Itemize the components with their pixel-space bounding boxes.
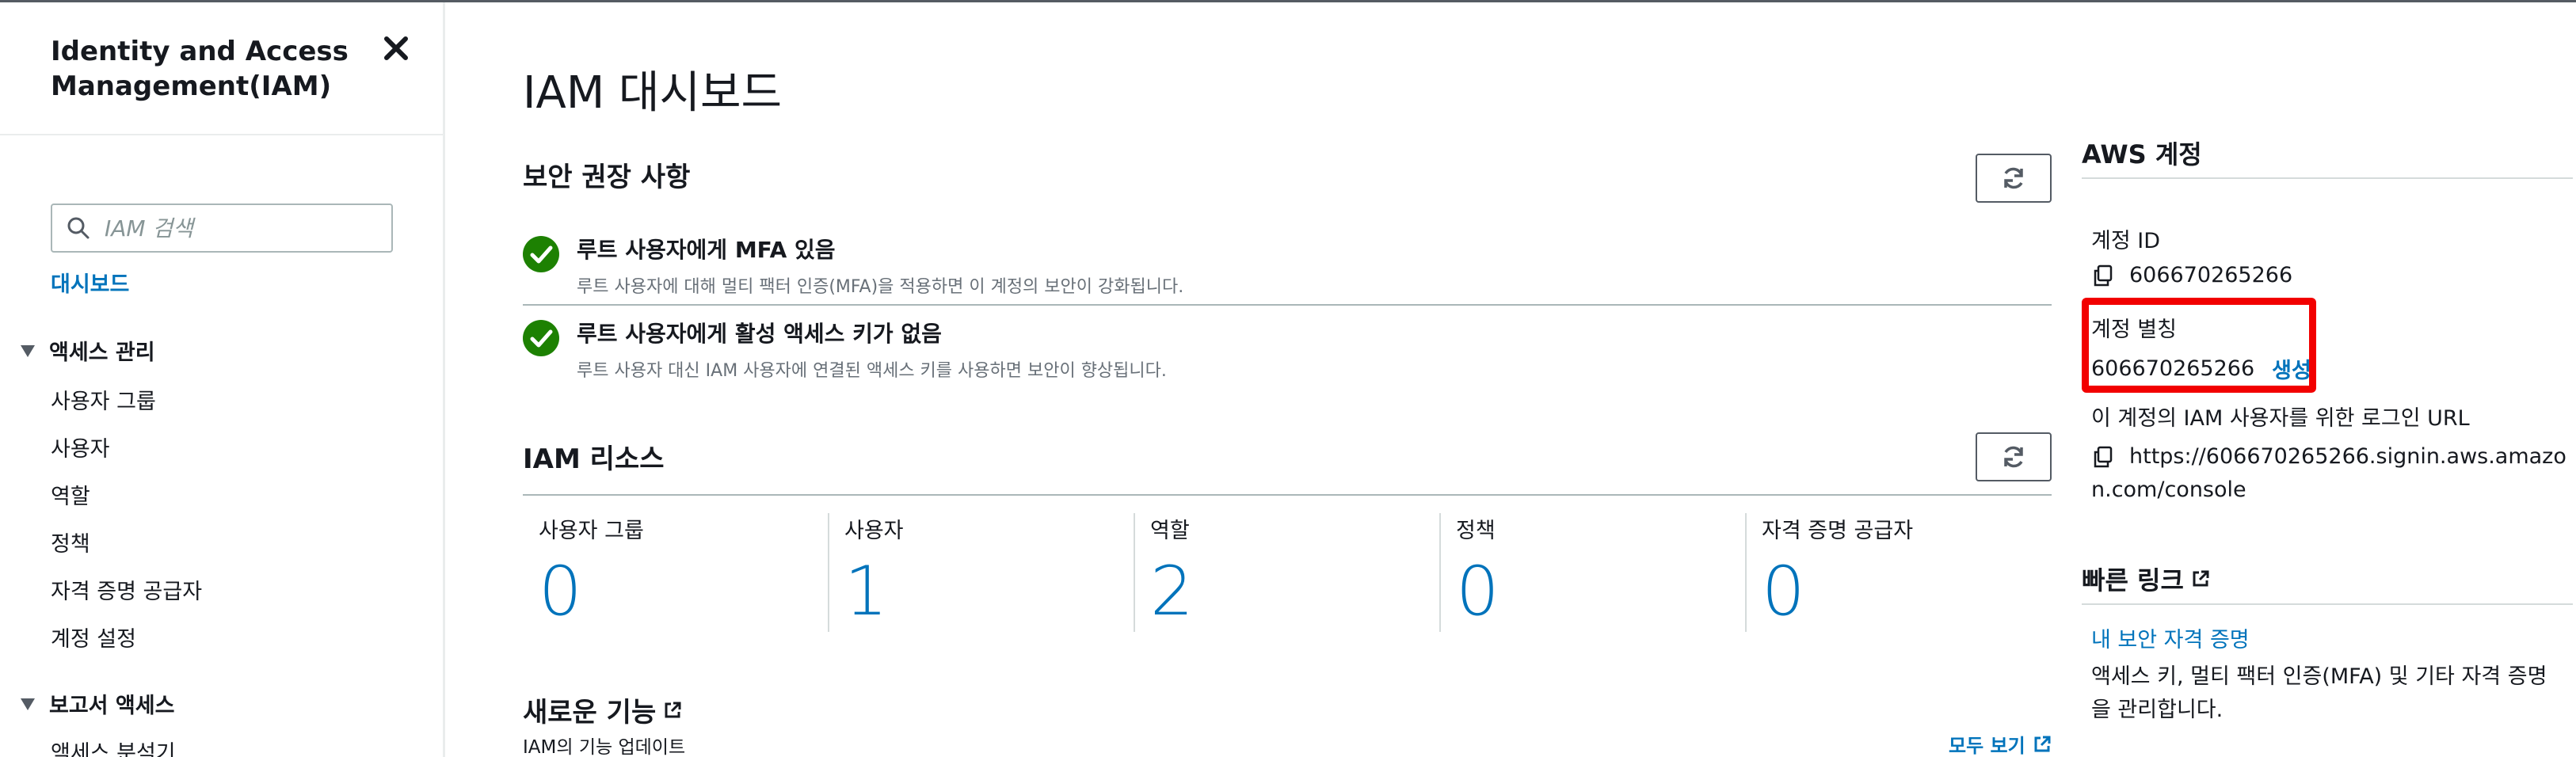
resource-count-link[interactable]: 0 [539,552,644,631]
close-icon[interactable] [382,34,410,63]
view-all-label: 모두 보기 [1949,735,2025,757]
signin-url-value: https://606670265266.signin.aws.amazon.c… [2091,444,2566,502]
column-separator [1134,513,1135,632]
refresh-icon [2004,446,2023,468]
resource-label: 사용자 [844,519,904,543]
sidebar-item-access-analyzer[interactable]: 액세스 분석기 [51,736,176,757]
caret-down-icon [21,344,35,357]
refresh-icon [2004,167,2023,189]
create-alias-link[interactable]: 생성 [2272,353,2311,384]
copy-icon[interactable] [2091,264,2115,287]
column-separator [1439,513,1441,632]
recommendation-title: 루트 사용자에게 활성 액세스 키가 없음 [577,321,942,347]
external-link-icon [2193,570,2209,587]
sidebar-item-policies[interactable]: 정책 [51,527,90,557]
resource-user-groups: 사용자 그룹 0 [539,513,644,632]
resource-count-link[interactable]: 1 [844,552,904,631]
view-all-link[interactable]: 모두 보기 [1949,730,2052,757]
signin-url-label: 이 계정의 IAM 사용자를 위한 로그인 URL [2091,406,2470,431]
check-circle-icon [523,320,559,356]
resources-heading: IAM 리소스 [523,443,665,475]
sidebar-item-user-groups[interactable]: 사용자 그룹 [51,384,156,415]
page-title: IAM 대시보드 [523,67,783,119]
search-icon [67,217,90,239]
external-link-icon [665,702,681,717]
resource-label: 자격 증명 공급자 [1762,519,1914,543]
recommendation-desc: 루트 사용자에 대해 멀티 팩터 인증(MFA)을 적용하면 이 계정의 보안이… [577,277,1184,297]
sidebar-item-roles[interactable]: 역할 [51,479,90,510]
recommendation-desc: 루트 사용자 대신 IAM 사용자에 연결된 액세스 키를 사용하면 보안이 향… [577,361,1167,381]
divider [2082,603,2573,605]
search-input[interactable] [105,215,374,242]
caret-down-icon [21,698,35,710]
recommendation-title: 루트 사용자에게 MFA 있음 [577,237,836,263]
resource-roles: 역할 2 [1150,513,1194,632]
resource-identity-providers: 자격 증명 공급자 0 [1762,513,1913,632]
column-separator [828,513,829,632]
resource-count-link[interactable]: 2 [1150,552,1194,631]
resource-users: 사용자 1 [844,513,904,632]
new-features-subtitle: IAM의 기능 업데이트 [523,737,686,757]
copy-icon[interactable] [2091,445,2115,469]
sidebar-item-account-settings[interactable]: 계정 설정 [51,622,136,652]
divider [2082,177,2573,179]
account-id-label: 계정 ID [2091,229,2161,253]
aws-account-title: AWS 계정 [2082,139,2202,169]
resource-count-link[interactable]: 0 [1456,552,1499,631]
section-label: 액세스 관리 [49,340,155,365]
account-alias-value: 606670265266 [2091,356,2255,381]
sidebar-item-identity-providers[interactable]: 자격 증명 공급자 [51,574,202,605]
signin-url-row: https://606670265266.signin.aws.amazon.c… [2091,440,2566,507]
security-heading: 보안 권장 사항 [523,162,691,193]
new-features-title: 새로운 기능 [523,697,657,728]
quick-links-title: 빠른 링크 [2082,565,2184,595]
security-refresh-button[interactable] [1976,154,2052,203]
sidebar-divider [0,134,443,135]
account-alias-row: 606670265266 생성 [2091,353,2311,384]
divider [523,304,2052,306]
new-features-heading[interactable]: 새로운 기능 [523,690,683,729]
resource-label: 사용자 그룹 [539,519,644,543]
security-credentials-desc: 액세스 키, 멀티 팩터 인증(MFA) 및 기타 자격 증명을 관리합니다. [2091,664,2547,722]
sidebar-item-dashboard[interactable]: 대시보드 [51,267,129,298]
sidebar-section-access-management[interactable]: 액세스 관리 [19,335,155,366]
security-credentials-link[interactable]: 내 보안 자격 증명 [2091,622,2250,653]
external-link-icon [2034,736,2051,751]
section-label: 보고서 액세스 [49,694,175,718]
aws-account-heading: AWS 계정 [2082,135,2202,171]
check-circle-icon [523,236,559,272]
quick-links-heading[interactable]: 빠른 링크 [2082,561,2211,597]
resource-label: 역할 [1150,519,1190,543]
sidebar-item-users[interactable]: 사용자 [51,432,110,462]
account-alias-label: 계정 별칭 [2091,318,2177,342]
resource-label: 정책 [1456,519,1496,543]
sidebar: Identity and Access Management(IAM) 대시보드… [0,2,445,757]
account-id-row: 606670265266 [2091,263,2292,287]
divider [523,494,2052,496]
sidebar-title: Identity and Access Management(IAM) [51,36,349,102]
resource-count-link[interactable]: 0 [1762,552,1913,631]
resources-refresh-button[interactable] [1976,432,2052,481]
resource-policies: 정책 0 [1456,513,1499,632]
sidebar-search[interactable] [51,204,393,253]
column-separator [1745,513,1747,632]
sidebar-section-reports[interactable]: 보고서 액세스 [19,688,174,719]
account-id-value: 606670265266 [2129,263,2293,287]
